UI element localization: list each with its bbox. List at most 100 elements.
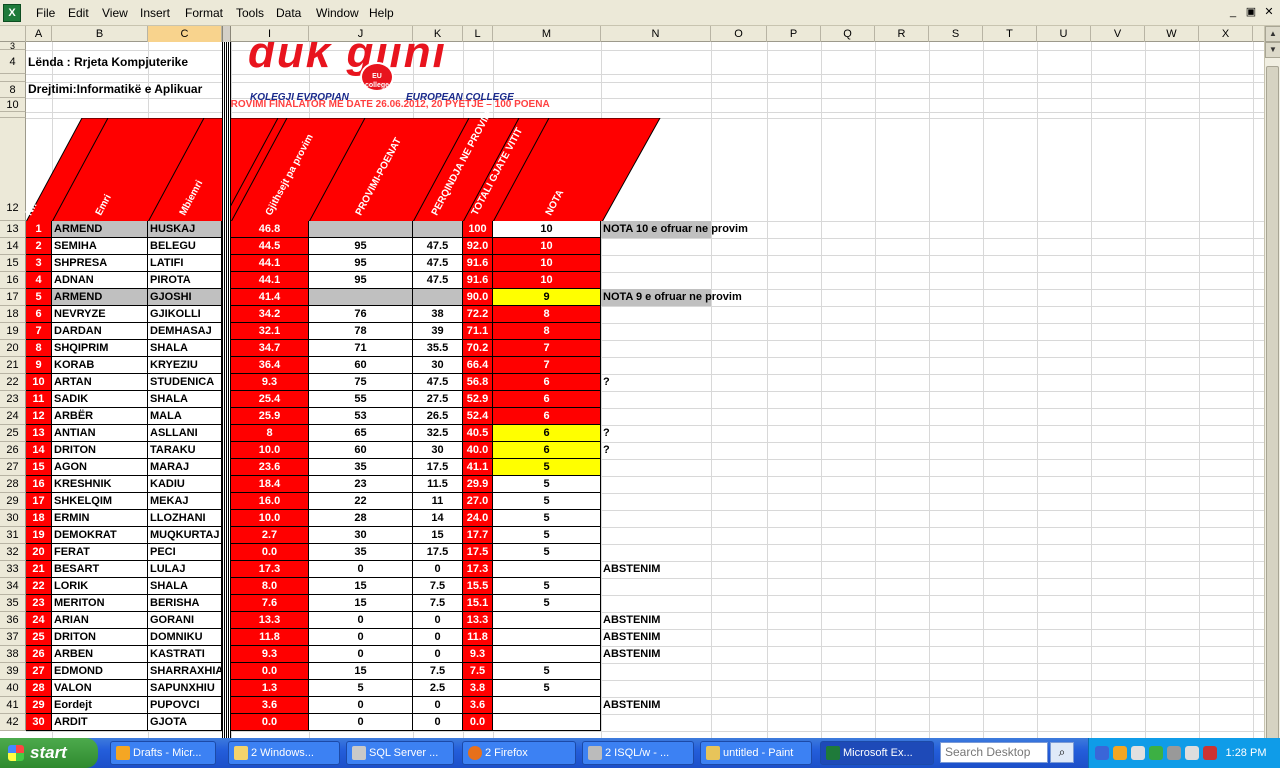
- tray-network-icon[interactable]: [1167, 746, 1181, 760]
- cell-perqindja[interactable]: 0: [413, 646, 463, 663]
- minimize-icon[interactable]: _: [1226, 5, 1240, 19]
- cell-nr[interactable]: 13: [26, 425, 52, 442]
- cell-emri[interactable]: DRITON: [52, 629, 148, 646]
- cell-totali[interactable]: 52.9: [463, 391, 493, 408]
- vertical-scrollbar[interactable]: ▲ ▼: [1264, 26, 1280, 756]
- cell-mbiemri[interactable]: KRYEZIU: [148, 357, 222, 374]
- task-isql[interactable]: 2 ISQL/w - ...: [582, 741, 694, 765]
- cell-nota[interactable]: 10: [493, 238, 601, 255]
- row-header-12[interactable]: 12: [0, 118, 26, 221]
- cell-mbiemri[interactable]: SHALA: [148, 578, 222, 595]
- cell-nota[interactable]: 8: [493, 306, 601, 323]
- cell-nr[interactable]: 24: [26, 612, 52, 629]
- cell-provimi[interactable]: 5: [309, 680, 413, 697]
- cell-nota[interactable]: 10: [493, 255, 601, 272]
- cell-provimi[interactable]: 28: [309, 510, 413, 527]
- cell-gjithsej[interactable]: 34.2: [231, 306, 309, 323]
- cell-provimi[interactable]: 75: [309, 374, 413, 391]
- cell-totali[interactable]: 17.3: [463, 561, 493, 578]
- search-icon[interactable]: ⌕: [1050, 742, 1074, 763]
- start-button[interactable]: start: [0, 738, 98, 768]
- cell-nota[interactable]: 5: [493, 459, 601, 476]
- cell-gjithsej[interactable]: 0.0: [231, 544, 309, 561]
- col-header-r[interactable]: R: [875, 26, 929, 42]
- cell-nota[interactable]: 6: [493, 425, 601, 442]
- row-header[interactable]: 16: [0, 272, 26, 289]
- cell-totali[interactable]: 29.9: [463, 476, 493, 493]
- cell-nr[interactable]: 6: [26, 306, 52, 323]
- cell-nota[interactable]: 5: [493, 663, 601, 680]
- cell-note[interactable]: ABSTENIM: [601, 629, 761, 646]
- cell-nr[interactable]: 20: [26, 544, 52, 561]
- cell-nr[interactable]: 27: [26, 663, 52, 680]
- cell-provimi[interactable]: 35: [309, 459, 413, 476]
- cell-nr[interactable]: 19: [26, 527, 52, 544]
- row-header[interactable]: 28: [0, 476, 26, 493]
- cell-totali[interactable]: 52.4: [463, 408, 493, 425]
- row-header[interactable]: 40: [0, 680, 26, 697]
- cell-nr[interactable]: 26: [26, 646, 52, 663]
- cell-emri[interactable]: BESART: [52, 561, 148, 578]
- cell-perqindja[interactable]: 35.5: [413, 340, 463, 357]
- cell-provimi[interactable]: 65: [309, 425, 413, 442]
- cell-totali[interactable]: 24.0: [463, 510, 493, 527]
- cell-nota[interactable]: 5: [493, 510, 601, 527]
- cell-totali[interactable]: 0.0: [463, 714, 493, 731]
- cell-perqindja[interactable]: 47.5: [413, 255, 463, 272]
- cell-mbiemri[interactable]: GJOTA: [148, 714, 222, 731]
- cell-gjithsej[interactable]: 18.4: [231, 476, 309, 493]
- cell-mbiemri[interactable]: LATIFI: [148, 255, 222, 272]
- task-excel[interactable]: Microsoft Ex...: [820, 741, 934, 765]
- cell-totali[interactable]: 100: [463, 221, 493, 238]
- cell-gjithsej[interactable]: 2.7: [231, 527, 309, 544]
- cell-mbiemri[interactable]: PECI: [148, 544, 222, 561]
- excel-app-icon[interactable]: X: [3, 4, 21, 22]
- cell-perqindja[interactable]: 0: [413, 714, 463, 731]
- cell-nr[interactable]: 12: [26, 408, 52, 425]
- cell-mbiemri[interactable]: DEMHASAJ: [148, 323, 222, 340]
- cell-mbiemri[interactable]: MARAJ: [148, 459, 222, 476]
- cell-gjithsej[interactable]: 1.3: [231, 680, 309, 697]
- cell-nota[interactable]: 5: [493, 476, 601, 493]
- cell-perqindja[interactable]: 39: [413, 323, 463, 340]
- cell-totali[interactable]: 40.5: [463, 425, 493, 442]
- task-paint[interactable]: untitled - Paint: [700, 741, 812, 765]
- col-header-b[interactable]: B: [52, 26, 148, 42]
- cell-nota[interactable]: 9: [493, 289, 601, 306]
- cell-gjithsej[interactable]: 10.0: [231, 510, 309, 527]
- row-header[interactable]: 31: [0, 527, 26, 544]
- cell-nota[interactable]: 5: [493, 595, 601, 612]
- cell-totali[interactable]: 56.8: [463, 374, 493, 391]
- cell-perqindja[interactable]: 14: [413, 510, 463, 527]
- cell-nr[interactable]: 14: [26, 442, 52, 459]
- row-header[interactable]: 35: [0, 595, 26, 612]
- cell-perqindja[interactable]: 0: [413, 561, 463, 578]
- row-header[interactable]: 22: [0, 374, 26, 391]
- cell-perqindja[interactable]: 27.5: [413, 391, 463, 408]
- cell-provimi[interactable]: 15: [309, 595, 413, 612]
- cell-totali[interactable]: 72.2: [463, 306, 493, 323]
- cell-gjithsej[interactable]: 8: [231, 425, 309, 442]
- cell-mbiemri[interactable]: HUSKAJ: [148, 221, 222, 238]
- cell-nota[interactable]: 6: [493, 408, 601, 425]
- cell-gjithsej[interactable]: 0.0: [231, 714, 309, 731]
- col-header-p[interactable]: P: [767, 26, 821, 42]
- cell-gjithsej[interactable]: 44.5: [231, 238, 309, 255]
- cell-totali[interactable]: 66.4: [463, 357, 493, 374]
- row-header[interactable]: 19: [0, 323, 26, 340]
- cell-mbiemri[interactable]: MALA: [148, 408, 222, 425]
- cell-mbiemri[interactable]: KADIU: [148, 476, 222, 493]
- cell-perqindja[interactable]: 17.5: [413, 544, 463, 561]
- col-header-c[interactable]: C: [148, 26, 222, 42]
- cell-totali[interactable]: 15.1: [463, 595, 493, 612]
- row-header[interactable]: 32: [0, 544, 26, 561]
- search-desktop-input[interactable]: Search Desktop: [940, 742, 1048, 763]
- cell-emri[interactable]: SHQIPRIM: [52, 340, 148, 357]
- task-drafts[interactable]: Drafts - Micr...: [110, 741, 216, 765]
- col-header-o[interactable]: O: [711, 26, 767, 42]
- cell-provimi[interactable]: 71: [309, 340, 413, 357]
- cell-emri[interactable]: ARDIT: [52, 714, 148, 731]
- cell-nr[interactable]: 15: [26, 459, 52, 476]
- cell-provimi[interactable]: 0: [309, 612, 413, 629]
- cell-nota[interactable]: 10: [493, 272, 601, 289]
